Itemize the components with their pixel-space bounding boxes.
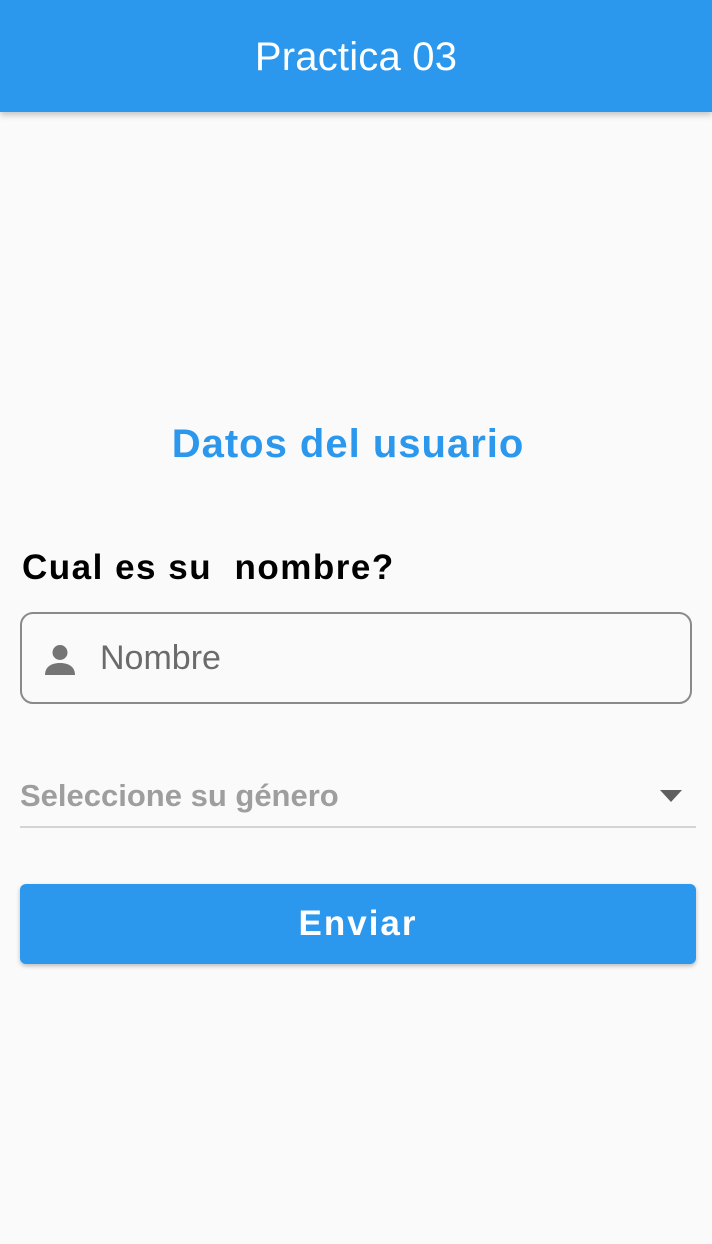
arrow-drop-down-icon[interactable] bbox=[660, 790, 682, 802]
submit-button[interactable]: Enviar bbox=[20, 884, 696, 964]
app-title: Practica 03 bbox=[254, 34, 458, 79]
name-field[interactable] bbox=[20, 612, 692, 704]
name-question-label: Cual es su nombre? bbox=[22, 548, 395, 587]
person-icon bbox=[45, 645, 75, 675]
section-title: Datos del usuario bbox=[171, 422, 525, 466]
name-input[interactable] bbox=[100, 630, 670, 686]
gender-dropdown-hint: Seleccione su género bbox=[20, 778, 339, 813]
app-bar: Practica 03 bbox=[0, 0, 712, 112]
gender-dropdown[interactable]: Seleccione su género bbox=[20, 764, 696, 828]
